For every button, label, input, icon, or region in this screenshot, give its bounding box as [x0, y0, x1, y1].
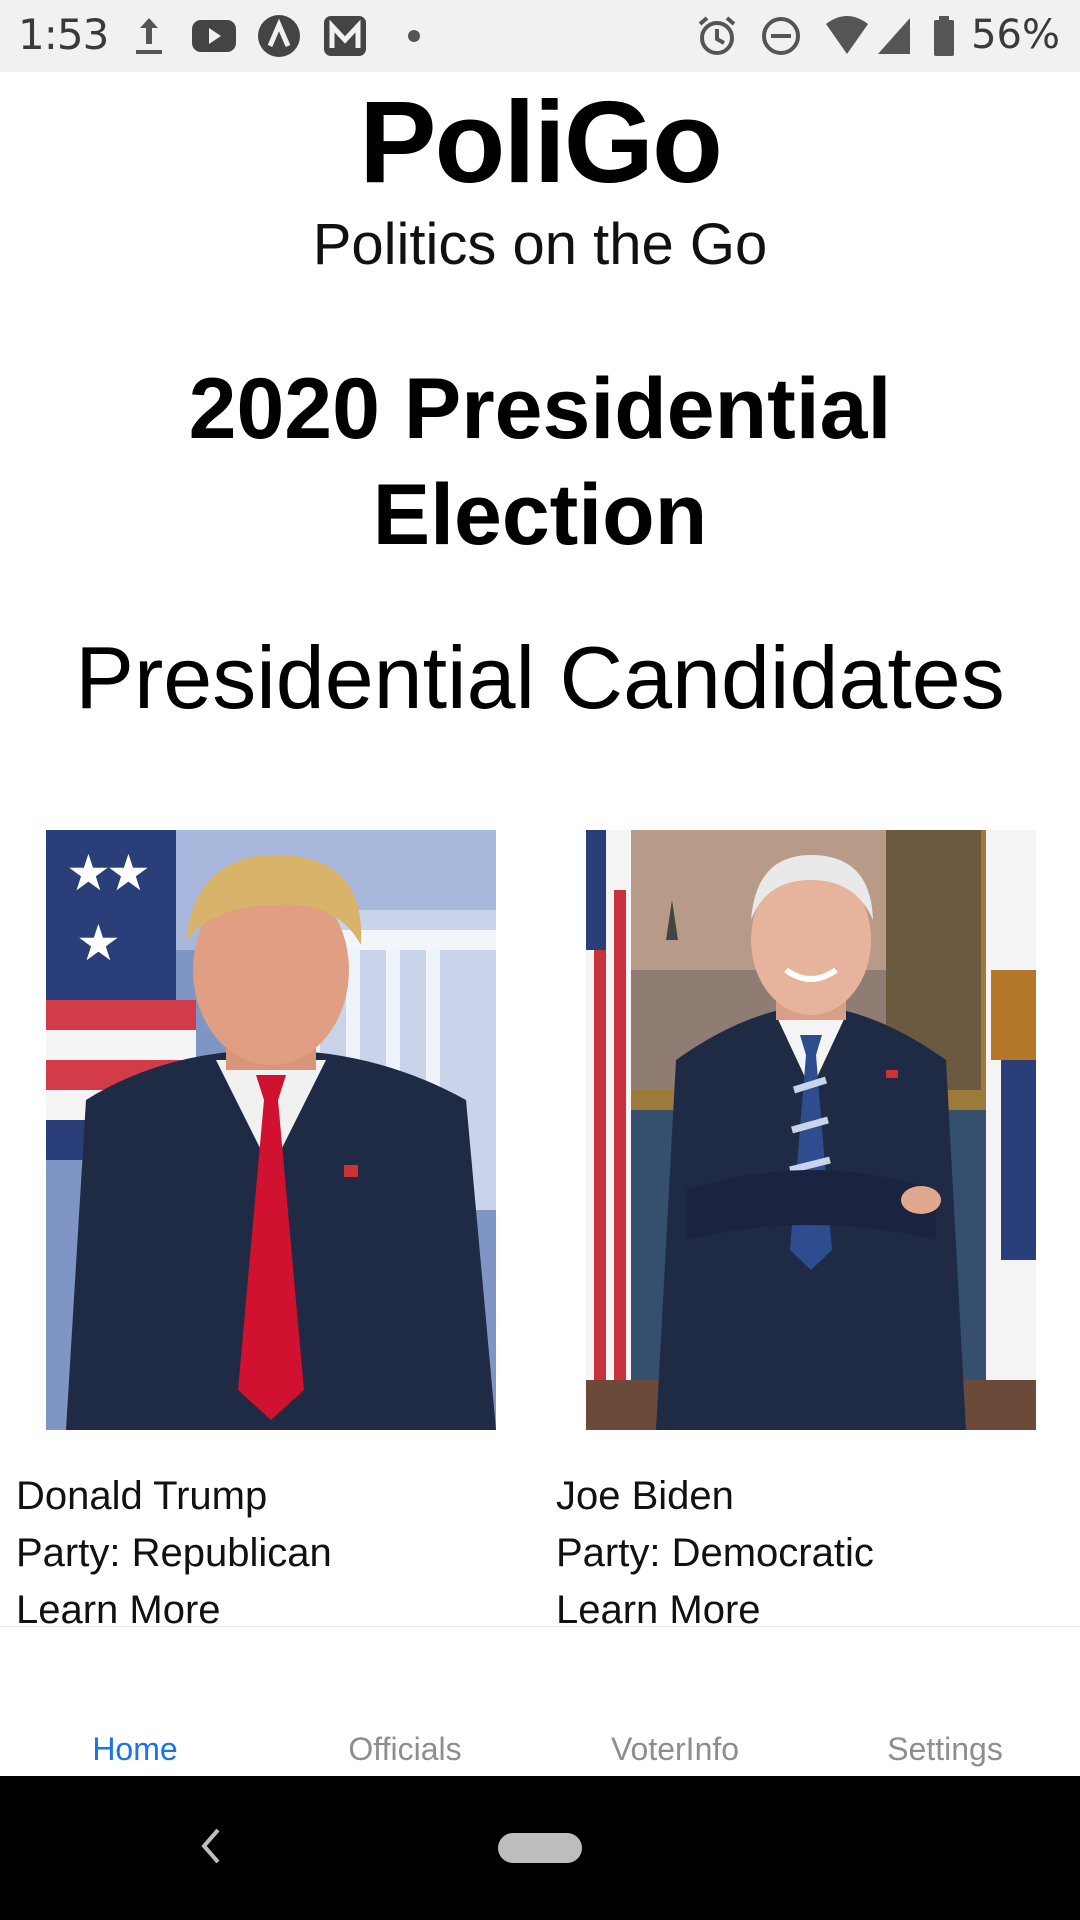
cell-signal-icon — [876, 14, 912, 58]
wifi-icon — [824, 14, 870, 58]
candidate-card: Joe Biden Party: Democratic Learn More — [556, 830, 1056, 1632]
candidate-party: Party: Democratic — [556, 1531, 874, 1575]
candidate-name: Joe Biden — [556, 1474, 734, 1518]
candidate-card: ★ ★ ★ Donald Trump Party: Republican Lea… — [16, 830, 516, 1632]
status-bar: 1:53 56% — [0, 0, 1080, 72]
candidate-name: Donald Trump — [16, 1474, 268, 1518]
app-m-icon — [322, 14, 368, 58]
section-title: Presidential Candidates — [75, 628, 1005, 727]
battery-level: 56% — [971, 12, 1060, 58]
tab-officials[interactable]: Officials — [270, 1731, 540, 1768]
status-time: 1:53 — [18, 10, 109, 59]
youtube-icon — [190, 14, 238, 58]
bottom-tab-bar: Home Officials VoterInfo Settings — [0, 1626, 1080, 1777]
app-a-icon — [256, 14, 302, 58]
tab-voterinfo[interactable]: VoterInfo — [540, 1731, 810, 1768]
svg-text:★: ★ — [76, 914, 121, 972]
candidate-portrait — [586, 830, 1036, 1430]
election-title: 2020 Presidential Election — [188, 361, 892, 563]
battery-icon — [932, 14, 956, 58]
candidate-portrait: ★ ★ ★ — [46, 830, 496, 1430]
app-subtitle: Politics on the Go — [312, 212, 768, 277]
do-not-disturb-icon — [760, 14, 802, 58]
upload-icon — [132, 14, 166, 58]
tab-home[interactable]: Home — [0, 1731, 270, 1768]
alarm-icon — [696, 14, 738, 58]
back-icon[interactable] — [190, 1816, 230, 1876]
system-nav-bar — [0, 1776, 1080, 1920]
app-title: PoliGo — [359, 77, 723, 207]
svg-text:★: ★ — [66, 844, 111, 902]
candidate-party: Party: Republican — [16, 1531, 332, 1575]
notification-dot-icon — [406, 14, 422, 58]
tab-settings[interactable]: Settings — [810, 1731, 1080, 1768]
svg-text:★: ★ — [106, 844, 151, 902]
home-pill-icon[interactable] — [498, 1833, 582, 1863]
